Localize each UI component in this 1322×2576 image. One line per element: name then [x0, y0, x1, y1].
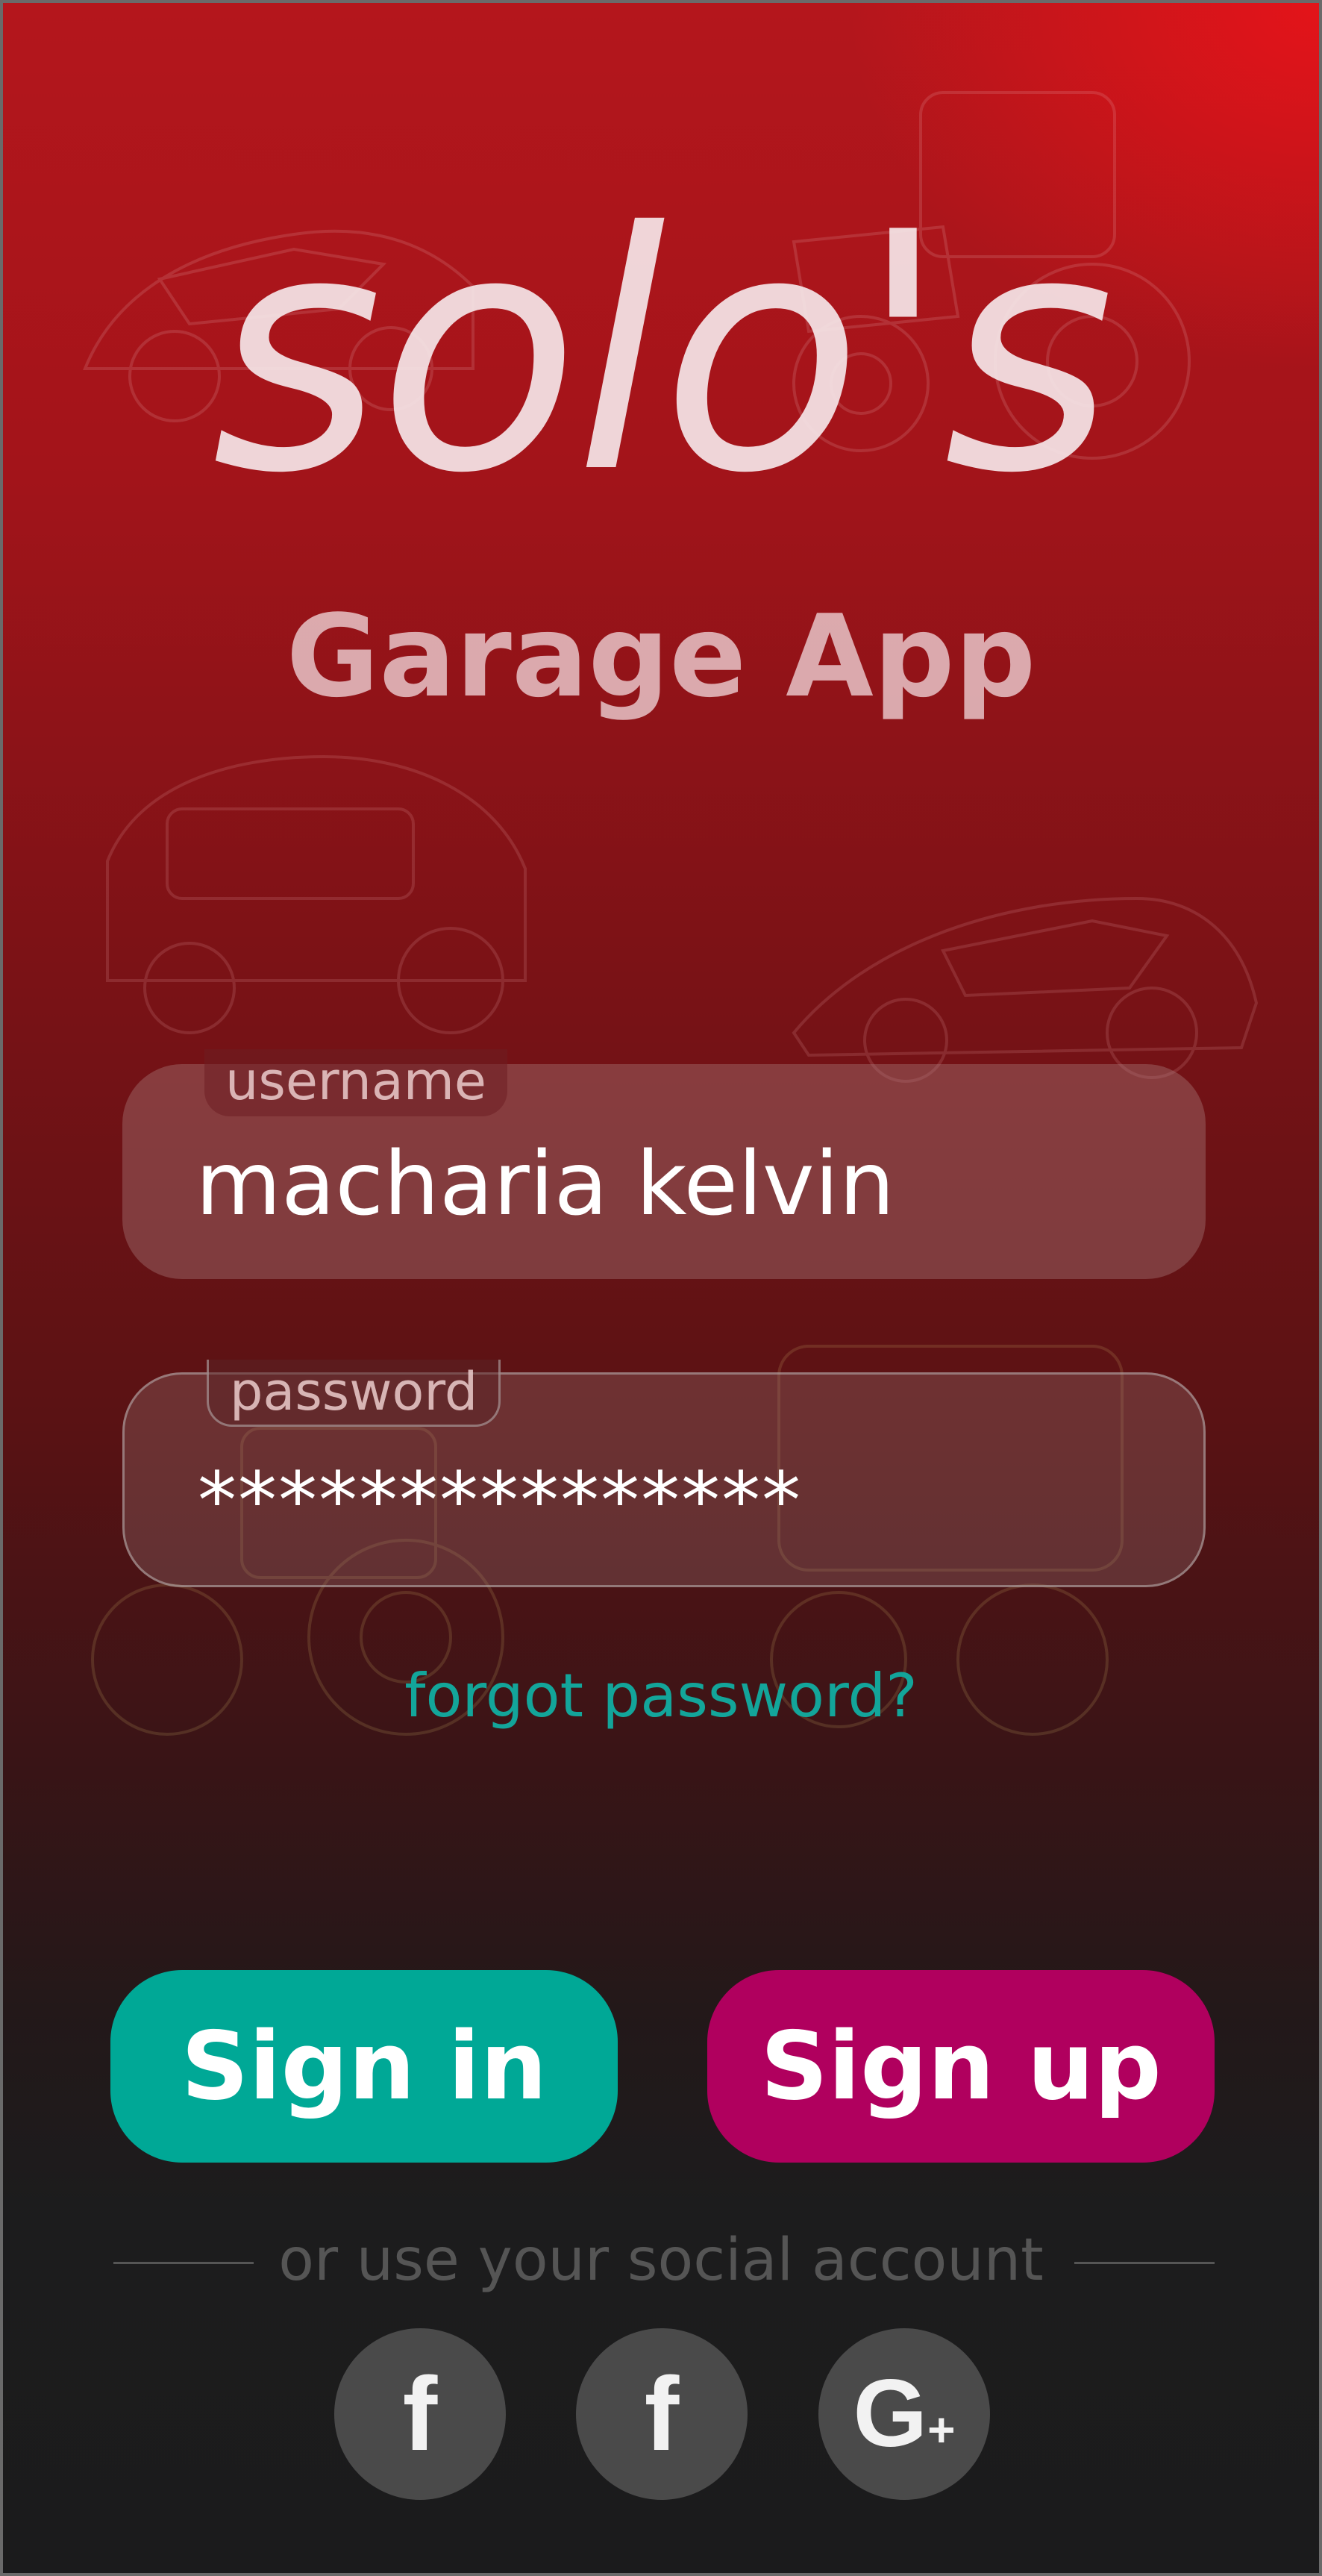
password-label: password: [207, 1360, 501, 1427]
divider-line-right: [1074, 2262, 1215, 2264]
social-divider-text: or use your social account: [278, 2227, 1044, 2294]
login-screen: solo's Garage App username macharia kelv…: [0, 0, 1322, 2576]
google-plus-login-button[interactable]: G+: [818, 2328, 990, 2500]
sign-up-button[interactable]: Sign up: [707, 1970, 1215, 2163]
social-divider: or use your social account: [3, 2230, 1319, 2290]
google-plus-suffix: +: [927, 2403, 956, 2457]
username-label: username: [204, 1049, 507, 1116]
app-subtitle: Garage App: [286, 590, 1036, 722]
sign-in-button[interactable]: Sign in: [110, 1970, 618, 2163]
google-plus-glyph: G: [853, 2360, 928, 2467]
google-plus-icon: G+: [853, 2360, 956, 2467]
sports-car-sketch-illustration: [792, 896, 1259, 1083]
app-title: solo's: [211, 163, 1115, 545]
facebook-icon: f: [402, 2355, 438, 2472]
password-input-value[interactable]: ***************: [198, 1458, 802, 1544]
jeep-sketch-illustration: [106, 754, 527, 1034]
facebook-login-button[interactable]: f: [334, 2328, 506, 2500]
facebook-icon: f: [644, 2355, 680, 2472]
username-input-value[interactable]: macharia kelvin: [195, 1135, 895, 1233]
password-field[interactable]: password ***************: [122, 1360, 1206, 1587]
facebook-login-button-second[interactable]: f: [576, 2328, 748, 2500]
username-field[interactable]: username macharia kelvin: [122, 1049, 1206, 1279]
forgot-password-link[interactable]: forgot password?: [3, 1661, 1319, 1731]
